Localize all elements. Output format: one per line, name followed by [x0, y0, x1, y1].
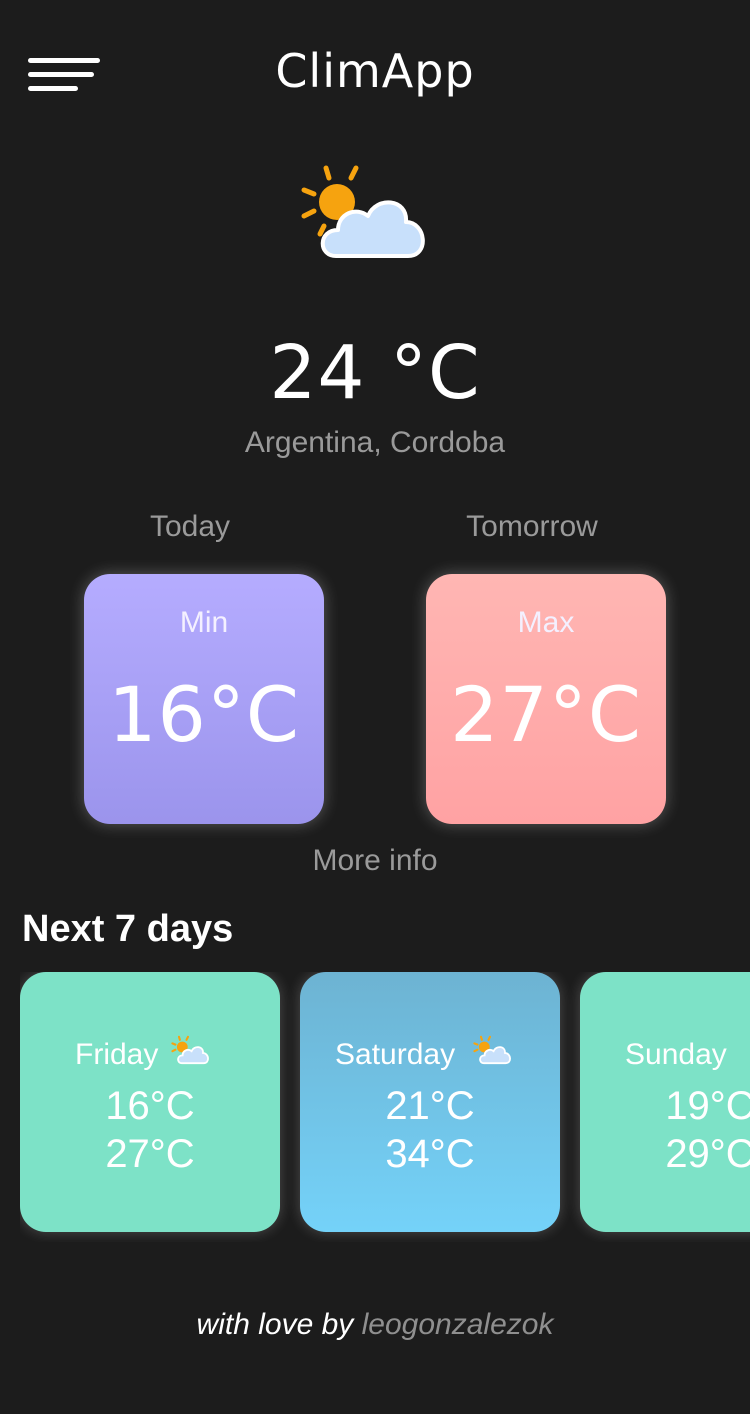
footer-prefix: with love by [196, 1308, 354, 1341]
forecast-day: Friday [75, 1038, 159, 1071]
forecast-card-friday[interactable]: Friday 16°C 27°C [20, 972, 280, 1232]
author-link[interactable]: leogonzalezok [362, 1308, 554, 1341]
min-value: 16°C [108, 670, 300, 759]
current-temperature: 24 °C [269, 330, 481, 416]
more-info-link[interactable]: More info [0, 844, 750, 878]
forecast-max: 27°C [105, 1132, 195, 1176]
forecast-max: 29°C [665, 1132, 750, 1176]
app-screen: ClimApp 24 °C Argentina, Cordoba Today T… [0, 0, 750, 1414]
forecast-card-sunday[interactable]: Sunday 19°C 29°C [580, 972, 750, 1232]
forecast-day: Saturday [335, 1038, 456, 1071]
forecast-card-saturday[interactable]: Saturday 21°C 34°C [300, 972, 560, 1232]
forecast-list[interactable]: Friday 16°C 27°C Saturday 21°C 34°C Sund… [20, 972, 750, 1242]
min-label: Min [179, 606, 229, 639]
footer-credit: with love by leogonzalezok [0, 1308, 750, 1342]
partly-sunny-icon [473, 1035, 511, 1065]
partly-sunny-icon [301, 165, 425, 258]
max-temp-card: Max 27°C [426, 574, 666, 824]
forecast-title: Next 7 days [22, 908, 234, 950]
partly-sunny-icon [171, 1035, 209, 1065]
forecast-min: 16°C [105, 1084, 195, 1128]
min-temp-card: Min 16°C [84, 574, 324, 824]
max-value: 27°C [450, 670, 642, 759]
forecast-min: 21°C [385, 1084, 475, 1128]
forecast-day: Sunday [625, 1038, 727, 1071]
app-title: ClimApp [275, 44, 475, 98]
forecast-min: 19°C [665, 1084, 750, 1128]
tomorrow-label[interactable]: Tomorrow [412, 510, 652, 544]
today-label[interactable]: Today [70, 510, 310, 544]
forecast-max: 34°C [385, 1132, 475, 1176]
max-label: Max [517, 606, 575, 639]
location-label: Argentina, Cordoba [244, 426, 506, 459]
